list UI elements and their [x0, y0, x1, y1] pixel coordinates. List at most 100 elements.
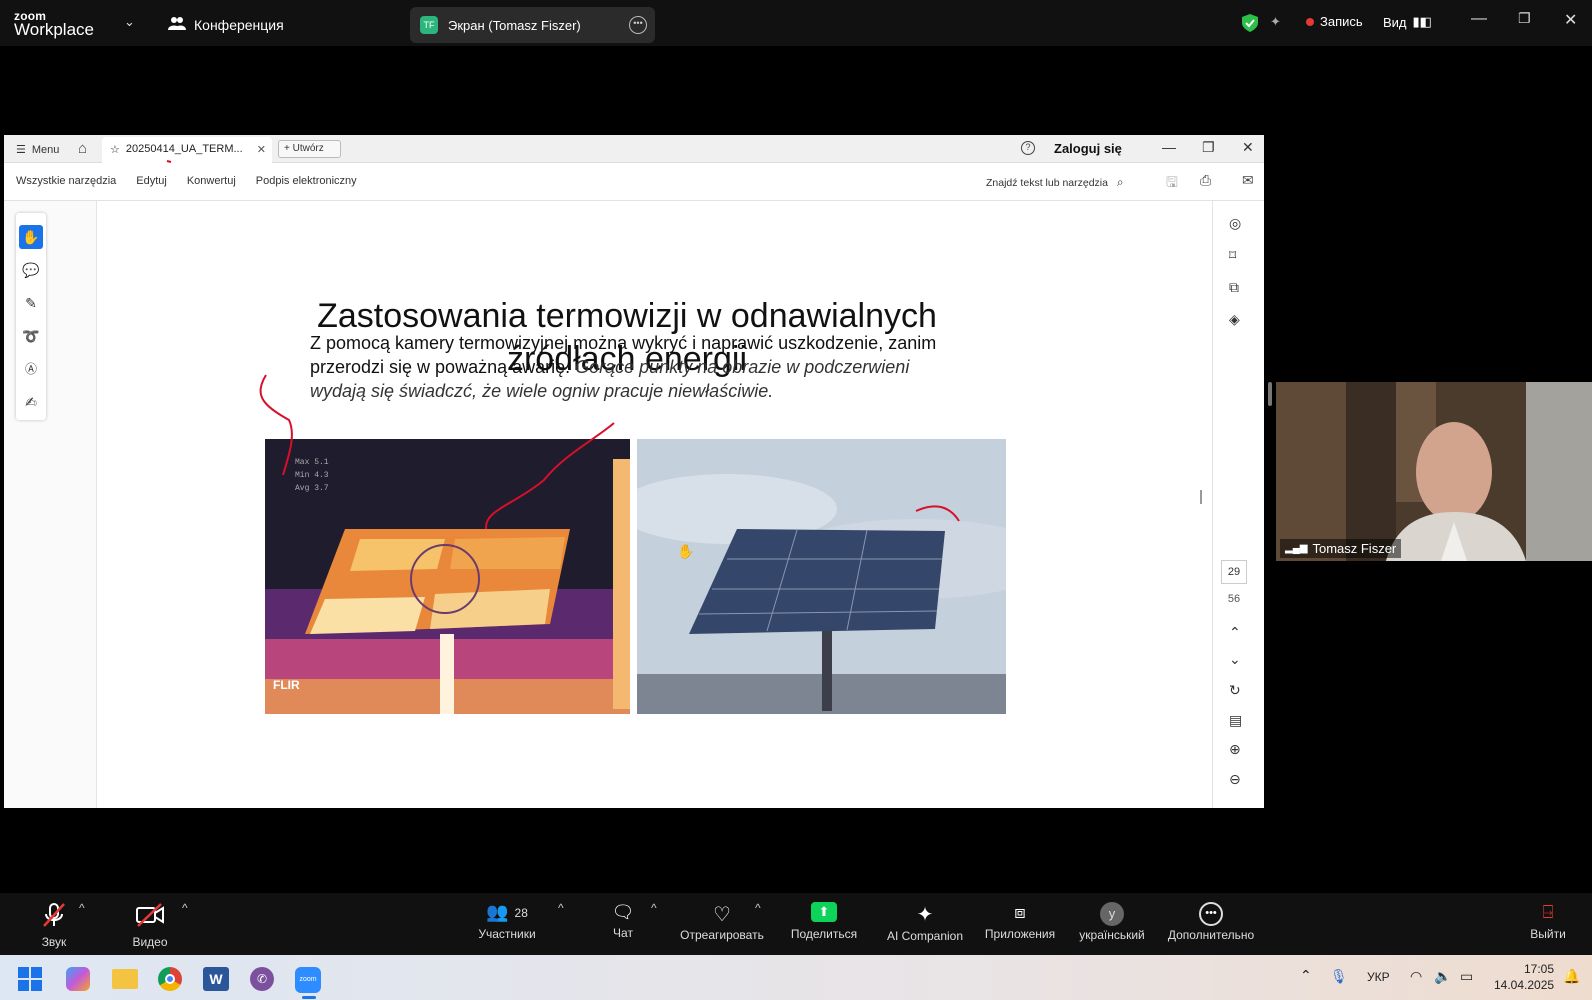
clock[interactable]: 17:05 14.04.2025 — [1494, 961, 1554, 993]
video-label: Видео — [132, 935, 168, 949]
share-title: Экран (Tomasz Fiszer) — [448, 17, 581, 33]
apps-icon: ⧈ — [1014, 902, 1026, 922]
signal-icon: ▂▄▆ — [1285, 543, 1308, 554]
current-page-field[interactable]: 29 — [1221, 560, 1247, 584]
ai-companion-button[interactable]: ✦ AI Companion — [880, 902, 970, 943]
share-screen-button[interactable]: ⬆ Поделиться — [788, 902, 860, 941]
audio-options-chevron-icon[interactable]: ^ — [79, 901, 85, 915]
hand-cursor-icon: ✋ — [677, 543, 695, 559]
share-label: Поделиться — [790, 927, 858, 941]
bookmark-icon[interactable]: ⌑ — [1229, 247, 1236, 264]
file-explorer-icon[interactable] — [112, 969, 138, 989]
minimize-icon[interactable]: — — [1471, 10, 1487, 28]
mute-label: Звук — [41, 935, 67, 949]
participants-chevron-icon[interactable]: ^ — [558, 901, 564, 915]
language-label: український — [1079, 928, 1145, 942]
language-icon: y — [1100, 902, 1124, 926]
volume-icon[interactable]: 🔈 — [1434, 968, 1451, 985]
page-down-icon[interactable]: ⌄ — [1229, 651, 1241, 668]
zoom-top-bar: zoom Workplace ⌄ Конференция TF Экран (T… — [0, 0, 1592, 46]
more-dots-icon: ••• — [1199, 902, 1223, 926]
language-indicator[interactable]: УКР — [1367, 970, 1390, 984]
leave-label: Выйти — [1530, 927, 1566, 941]
tray-chevron-up-icon[interactable]: ⌃ — [1300, 967, 1312, 984]
sparkle-icon[interactable]: ✦ — [1270, 14, 1281, 30]
windows-start-icon[interactable] — [18, 967, 42, 996]
language-interpretation-button[interactable]: y український — [1072, 902, 1152, 942]
participant-video-tile[interactable]: ▂▄▆ Tomasz Fiszer — [1276, 382, 1592, 561]
layers-icon[interactable]: ◈ — [1229, 311, 1240, 328]
shared-screen: ☰ Menu ⌂ ☆ 20250414_UA_TERM... ✕ + Utwór… — [4, 135, 1264, 808]
zoom-out-icon[interactable]: ⊖ — [1229, 771, 1241, 788]
leave-door-icon: ⍈ — [1542, 902, 1554, 922]
wifi-icon[interactable]: ◠ — [1410, 968, 1422, 985]
share-up-arrow-icon: ⬆ — [811, 902, 837, 922]
apps-button[interactable]: ⧈ Приложения — [980, 902, 1060, 941]
participants-label: Участники — [478, 927, 536, 941]
clock-date: 14.04.2025 — [1494, 978, 1555, 992]
battery-icon[interactable]: ▭ — [1460, 968, 1473, 985]
right-tool-rail: ◎ ⌑ ⧉ ◈ 29 56 ⌃ ⌄ ↻ ▤ ⊕ ⊖ — [1212, 201, 1264, 808]
chat-icon: 🗨 — [611, 902, 635, 922]
record-button[interactable]: Запись — [1306, 14, 1363, 29]
pages-icon[interactable]: ⧉ — [1229, 279, 1239, 296]
more-button[interactable]: ••• Дополнительно — [1163, 902, 1259, 942]
fit-page-icon[interactable]: ▤ — [1229, 712, 1242, 729]
react-label: Отреагировать — [680, 928, 764, 942]
people-icon — [168, 15, 186, 34]
mute-button[interactable]: Звук — [34, 902, 74, 949]
word-icon[interactable]: W — [203, 967, 229, 991]
annotation-overlay — [166, 160, 960, 530]
total-pages: 56 — [1227, 593, 1241, 605]
react-chevron-icon[interactable]: ^ — [755, 901, 761, 915]
chat-button[interactable]: 🗨 Чат — [603, 902, 643, 940]
ai-sparkle-icon: ✦ — [916, 904, 934, 926]
ai-assistant-icon[interactable]: ◎ — [1229, 215, 1241, 232]
meeting-controls: Звук ^ Видео ^ 👥 28 Участники ^ 🗨 Чат ^ … — [0, 893, 1592, 955]
viber-icon[interactable]: ✆ — [250, 967, 274, 991]
active-app-indicator — [302, 996, 316, 999]
video-button[interactable]: Видео — [128, 902, 172, 949]
notification-icon[interactable]: 🔔 — [1563, 968, 1580, 985]
participant-name: Tomasz Fiszer — [1312, 541, 1397, 556]
participants-count: 28 — [514, 905, 528, 920]
more-label: Дополнительно — [1167, 928, 1255, 942]
zoom-logo: Workplace — [14, 20, 94, 39]
rotate-icon[interactable]: ↻ — [1229, 682, 1241, 699]
clock-time: 17:05 — [1523, 962, 1554, 976]
meeting-label: Конференция — [194, 16, 284, 33]
shield-icon[interactable] — [1242, 14, 1258, 32]
apps-label: Приложения — [984, 927, 1056, 941]
scrollbar-thumb[interactable] — [1200, 490, 1202, 504]
view-label: Вид — [1383, 14, 1407, 30]
chrome-icon[interactable] — [158, 967, 182, 991]
meeting-info-button[interactable]: Конференция — [168, 15, 284, 34]
chat-label: Чат — [613, 926, 633, 940]
participants-button[interactable]: 👥 28 Участники — [474, 902, 540, 941]
ai-label: AI Companion — [886, 929, 964, 943]
mic-muted-icon — [43, 903, 65, 927]
more-icon[interactable]: ••• — [629, 16, 647, 34]
page-up-icon[interactable]: ⌃ — [1229, 624, 1241, 641]
zoom-taskbar-icon[interactable]: zoom — [295, 967, 321, 993]
chevron-down-icon[interactable]: ⌄ — [124, 14, 135, 30]
sharer-badge: TF — [420, 16, 438, 34]
record-dot-icon — [1306, 17, 1314, 26]
windows-taskbar: W ✆ zoom ⌃ 🎙 УКР ◠ 🔈 ▭ 17:05 14.04.2025 … — [0, 955, 1592, 1000]
view-button[interactable]: Вид ▮◧ — [1383, 14, 1432, 30]
participant-name-tag: ▂▄▆ Tomasz Fiszer — [1280, 539, 1402, 558]
panel-resize-handle[interactable] — [1268, 382, 1272, 406]
zoom-in-icon[interactable]: ⊕ — [1229, 741, 1241, 758]
copilot-icon[interactable] — [66, 967, 90, 991]
video-off-icon — [136, 903, 164, 927]
participants-icon: 👥 — [486, 902, 509, 922]
mic-location-icon[interactable]: 🎙 — [1330, 968, 1348, 985]
leave-button[interactable]: ⍈ Выйти — [1528, 902, 1568, 941]
chat-chevron-icon[interactable]: ^ — [651, 901, 657, 915]
record-label: Запись — [1320, 14, 1363, 29]
view-icon: ▮◧ — [1412, 14, 1432, 29]
close-icon[interactable]: ✕ — [1564, 10, 1577, 30]
restore-icon[interactable]: ❐ — [1518, 10, 1531, 27]
video-options-chevron-icon[interactable]: ^ — [182, 901, 188, 915]
screen-share-pill[interactable]: TF Экран (Tomasz Fiszer) ••• — [410, 7, 655, 43]
